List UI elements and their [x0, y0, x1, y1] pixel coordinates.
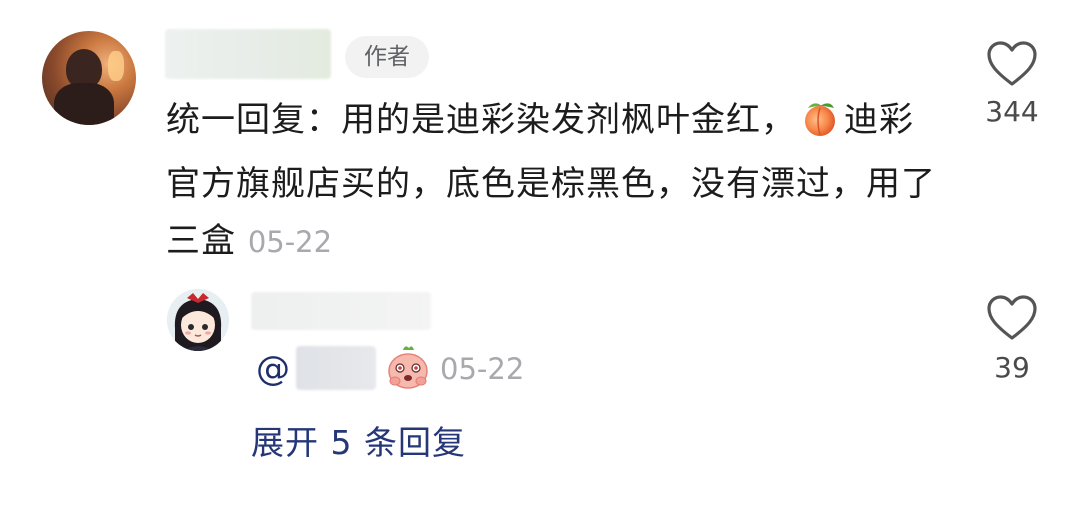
- comment-text-part1: 统一回复：用的是迪彩染发剂枫叶金红，: [166, 100, 796, 140]
- heart-outline-icon: [987, 295, 1037, 340]
- author-avatar[interactable]: [42, 31, 136, 125]
- author-badge: 作者: [345, 36, 429, 78]
- heart-outline-icon: [987, 41, 1037, 86]
- reply-like-button[interactable]: [986, 294, 1038, 342]
- blushing-face-icon: [385, 344, 431, 390]
- author-name-blurred[interactable]: [165, 29, 331, 79]
- comment-text[interactable]: 统一回复：用的是迪彩染发剂枫叶金红， 迪彩官方旗舰店买的，底色是棕黑色，没有漂过…: [166, 92, 936, 271]
- reply-author-name-blurred[interactable]: [251, 292, 431, 330]
- mention-at-sign: @: [256, 349, 290, 389]
- reply-timestamp: 05-22: [440, 352, 525, 386]
- expand-replies-link[interactable]: 展开 5 条回复: [251, 418, 466, 468]
- like-count: 344: [985, 95, 1039, 128]
- peach-icon: [800, 98, 840, 156]
- mention-name-blurred[interactable]: [296, 346, 376, 390]
- comment-timestamp: 05-22: [247, 225, 333, 259]
- reply-like-count: 39: [994, 351, 1030, 384]
- reply-avatar[interactable]: [167, 289, 229, 351]
- like-button[interactable]: [986, 40, 1038, 88]
